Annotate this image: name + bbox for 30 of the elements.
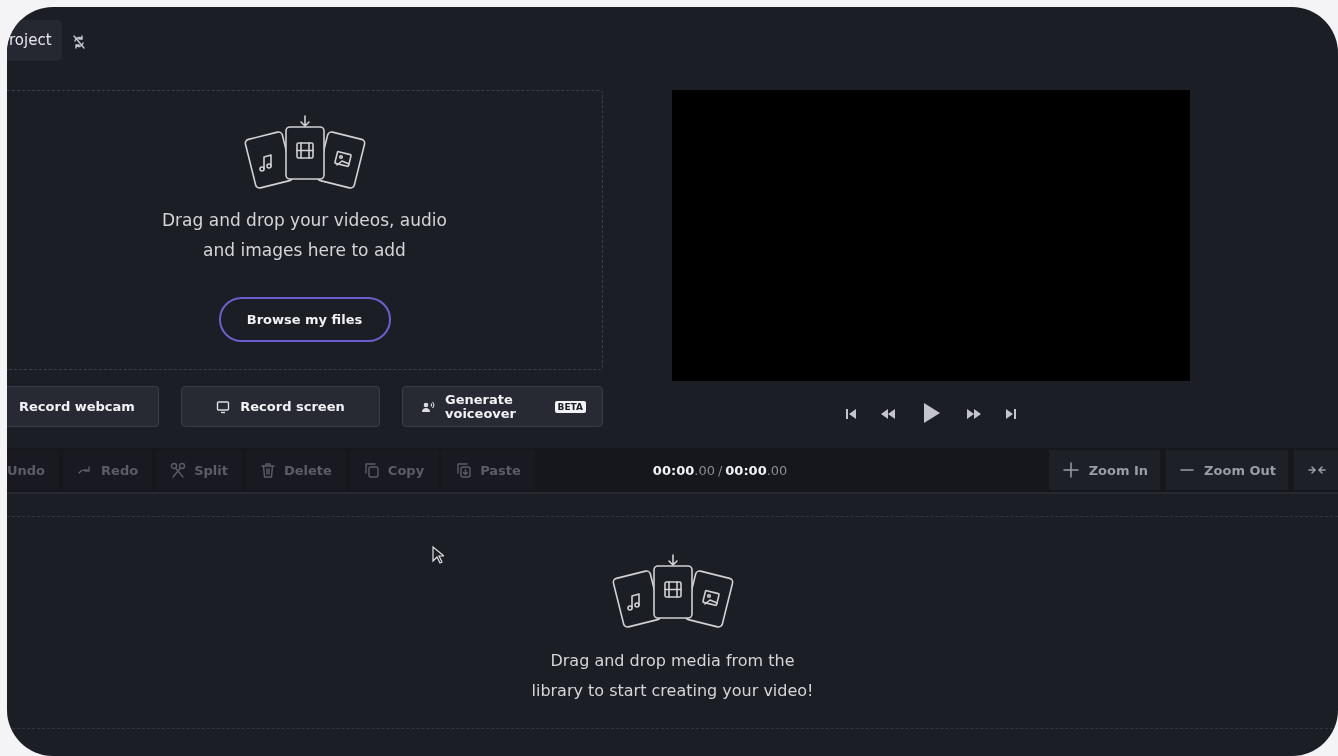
record-webcam-button[interactable]: Record webcam (7, 386, 159, 427)
timeline-area[interactable]: Drag and drop media from the library to start creating your video! (7, 494, 1338, 756)
generate-voiceover-button[interactable]: Generate voiceover BETA (402, 386, 603, 427)
current-time: 00:00.00 (652, 462, 715, 478)
total-time: 00:00.00 (725, 462, 788, 478)
zoom-in-button[interactable]: Zoom In (1048, 450, 1161, 490)
zoom-out-button[interactable]: Zoom Out (1166, 450, 1288, 490)
rewind-button[interactable] (879, 407, 896, 421)
project-tab[interactable]: roject (7, 20, 62, 61)
paste-icon (456, 462, 473, 478)
fast-forward-button[interactable] (965, 407, 982, 421)
voice-icon (421, 399, 435, 414)
beta-badge: BETA (554, 400, 586, 413)
fit-button[interactable] (1294, 450, 1338, 490)
minus-icon (1180, 469, 1195, 471)
delete-icon (259, 462, 276, 478)
monitor-icon (216, 399, 231, 414)
plus-icon (1062, 462, 1079, 478)
split-icon (170, 462, 187, 478)
media-dropzone[interactable]: Drag and drop your videos, audio and images here to add Browse my files (7, 90, 603, 370)
record-screen-button[interactable]: Record screen (181, 386, 380, 427)
copy-icon (363, 462, 380, 478)
sync-off-icon (71, 35, 86, 49)
timeline-message: Drag and drop media from the library to start creating your video! (530, 650, 815, 702)
time-separator: / (717, 462, 723, 478)
browse-files-button[interactable]: Browse my files (218, 297, 391, 342)
skip-forward-button[interactable] (1005, 407, 1018, 421)
skip-back-button[interactable] (843, 407, 856, 421)
dropzone-message: Drag and drop your videos, audio and images here to add (161, 209, 448, 262)
mouse-cursor-icon (432, 546, 444, 564)
